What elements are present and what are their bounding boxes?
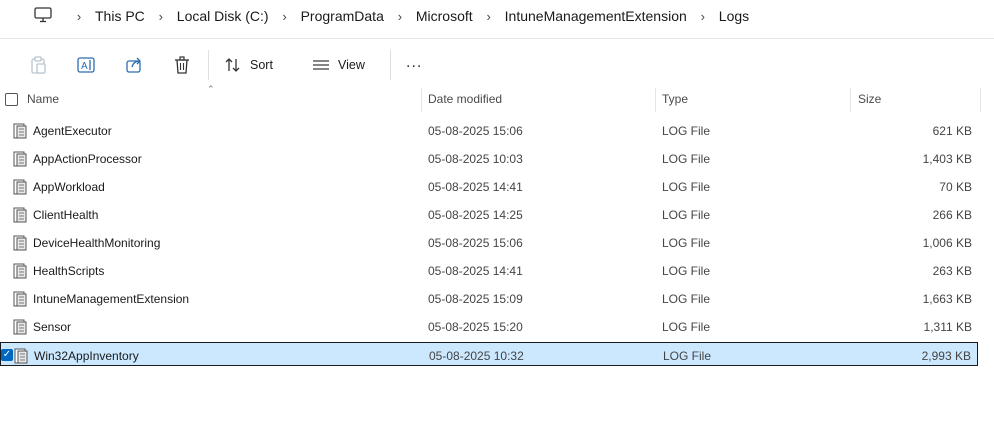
file-size: 1,311 KB bbox=[923, 320, 972, 334]
svg-text:A: A bbox=[81, 61, 88, 72]
column-header-size[interactable]: Size bbox=[858, 92, 881, 106]
file-date-modified: 05-08-2025 10:32 bbox=[429, 349, 524, 363]
toolbar-separator bbox=[208, 50, 209, 80]
file-size: 266 KB bbox=[932, 208, 972, 222]
file-name: AppActionProcessor bbox=[33, 152, 142, 166]
share-icon[interactable] bbox=[124, 55, 144, 75]
view-list-icon bbox=[313, 60, 329, 70]
command-bar bbox=[0, 40, 994, 88]
chevron-right-icon[interactable]: › bbox=[385, 0, 415, 32]
file-type: LOG File bbox=[662, 292, 711, 306]
column-divider[interactable] bbox=[421, 88, 422, 112]
file-row[interactable]: AgentExecutor 05-08-2025 15:06 LOG File … bbox=[0, 118, 978, 142]
sort-ascending-icon: ⌃ bbox=[207, 84, 215, 94]
chevron-right-icon[interactable]: › bbox=[146, 0, 176, 32]
sort-button[interactable]: Sort bbox=[224, 52, 273, 78]
file-row[interactable]: AppActionProcessor 05-08-2025 10:03 LOG … bbox=[0, 146, 978, 170]
file-size: 1,403 KB bbox=[922, 152, 972, 166]
log-file-icon bbox=[13, 263, 27, 279]
file-type: LOG File bbox=[663, 349, 712, 363]
file-row[interactable]: Sensor 05-08-2025 15:20 LOG File 1,311 K… bbox=[0, 314, 978, 338]
file-name: ClientHealth bbox=[33, 208, 99, 222]
column-header-name[interactable]: Name bbox=[27, 92, 59, 106]
log-file-icon bbox=[13, 319, 27, 335]
file-type: LOG File bbox=[662, 236, 711, 250]
file-name: Sensor bbox=[33, 320, 72, 334]
rename-icon[interactable]: A bbox=[76, 55, 96, 75]
divider bbox=[0, 38, 994, 39]
file-date-modified: 05-08-2025 15:20 bbox=[428, 320, 523, 334]
column-header-date[interactable]: Date modified bbox=[428, 92, 502, 106]
file-name: AgentExecutor bbox=[33, 124, 112, 138]
delete-icon[interactable] bbox=[172, 55, 192, 75]
file-type: LOG File bbox=[662, 264, 711, 278]
column-divider[interactable] bbox=[850, 88, 851, 112]
view-label: View bbox=[338, 58, 365, 72]
file-date-modified: 05-08-2025 14:41 bbox=[428, 180, 523, 194]
this-pc-icon[interactable] bbox=[34, 7, 52, 23]
column-divider[interactable] bbox=[980, 88, 981, 112]
file-date-modified: 05-08-2025 15:06 bbox=[428, 124, 523, 138]
file-date-modified: 05-08-2025 15:06 bbox=[428, 236, 523, 250]
file-date-modified: 05-08-2025 15:09 bbox=[428, 292, 523, 306]
log-file-icon bbox=[13, 235, 27, 251]
file-date-modified: 05-08-2025 14:25 bbox=[428, 208, 523, 222]
toolbar-separator bbox=[390, 50, 391, 80]
file-size: 621 KB bbox=[932, 124, 972, 138]
file-row[interactable]: HealthScripts 05-08-2025 14:41 LOG File … bbox=[0, 258, 978, 282]
log-file-icon bbox=[13, 123, 27, 139]
file-size: 70 KB bbox=[939, 180, 972, 194]
breadcrumb-local-disk[interactable]: Local Disk (C:) bbox=[176, 8, 270, 24]
chevron-right-icon[interactable]: › bbox=[270, 0, 300, 32]
file-name: AppWorkload bbox=[33, 180, 105, 194]
file-type: LOG File bbox=[662, 180, 711, 194]
log-file-icon bbox=[13, 207, 27, 223]
file-row-selected[interactable]: ✓ Win32AppInventory 05-08-2025 10:32 LOG… bbox=[0, 342, 978, 366]
file-size: 263 KB bbox=[932, 264, 972, 278]
file-row[interactable]: AppWorkload 05-08-2025 14:41 LOG File 70… bbox=[0, 174, 978, 198]
file-type: LOG File bbox=[662, 208, 711, 222]
chevron-right-icon[interactable]: › bbox=[64, 0, 94, 32]
breadcrumb-programdata[interactable]: ProgramData bbox=[300, 8, 385, 24]
file-size: 1,006 KB bbox=[922, 236, 972, 250]
breadcrumb-this-pc[interactable]: This PC bbox=[94, 8, 146, 24]
file-name: HealthScripts bbox=[33, 264, 105, 278]
file-size: 1,663 KB bbox=[922, 292, 972, 306]
column-divider[interactable] bbox=[655, 88, 656, 112]
file-name: Win32AppInventory bbox=[34, 349, 139, 363]
file-row[interactable]: IntuneManagementExtension 05-08-2025 15:… bbox=[0, 286, 978, 310]
log-file-icon bbox=[13, 151, 27, 167]
file-row[interactable]: DeviceHealthMonitoring 05-08-2025 15:06 … bbox=[0, 230, 978, 254]
log-file-icon bbox=[14, 348, 28, 364]
select-all-checkbox[interactable] bbox=[5, 93, 18, 106]
file-type: LOG File bbox=[662, 320, 711, 334]
file-date-modified: 05-08-2025 10:03 bbox=[428, 152, 523, 166]
more-options-button[interactable]: ... bbox=[406, 54, 422, 72]
row-checkbox-checked[interactable]: ✓ bbox=[1, 349, 13, 361]
sort-icon bbox=[225, 58, 240, 72]
file-name: IntuneManagementExtension bbox=[33, 292, 190, 306]
file-type: LOG File bbox=[662, 152, 711, 166]
breadcrumb-logs[interactable]: Logs bbox=[718, 8, 750, 24]
file-date-modified: 05-08-2025 14:41 bbox=[428, 264, 523, 278]
column-header-type[interactable]: Type bbox=[662, 92, 688, 106]
breadcrumb-microsoft[interactable]: Microsoft bbox=[415, 8, 474, 24]
file-type: LOG File bbox=[662, 124, 711, 138]
chevron-right-icon[interactable]: › bbox=[688, 0, 718, 32]
file-row[interactable]: ClientHealth 05-08-2025 14:25 LOG File 2… bbox=[0, 202, 978, 226]
file-size: 2,993 KB bbox=[921, 349, 971, 363]
breadcrumb-intune[interactable]: IntuneManagementExtension bbox=[504, 8, 688, 24]
paste-icon[interactable] bbox=[28, 55, 48, 75]
chevron-right-icon[interactable]: › bbox=[474, 0, 504, 32]
sort-label: Sort bbox=[250, 58, 273, 72]
file-name: DeviceHealthMonitoring bbox=[33, 236, 161, 250]
view-button[interactable]: View bbox=[312, 52, 365, 78]
log-file-icon bbox=[13, 179, 27, 195]
breadcrumb: › This PC › Local Disk (C:) › ProgramDat… bbox=[64, 0, 750, 32]
log-file-icon bbox=[13, 291, 27, 307]
